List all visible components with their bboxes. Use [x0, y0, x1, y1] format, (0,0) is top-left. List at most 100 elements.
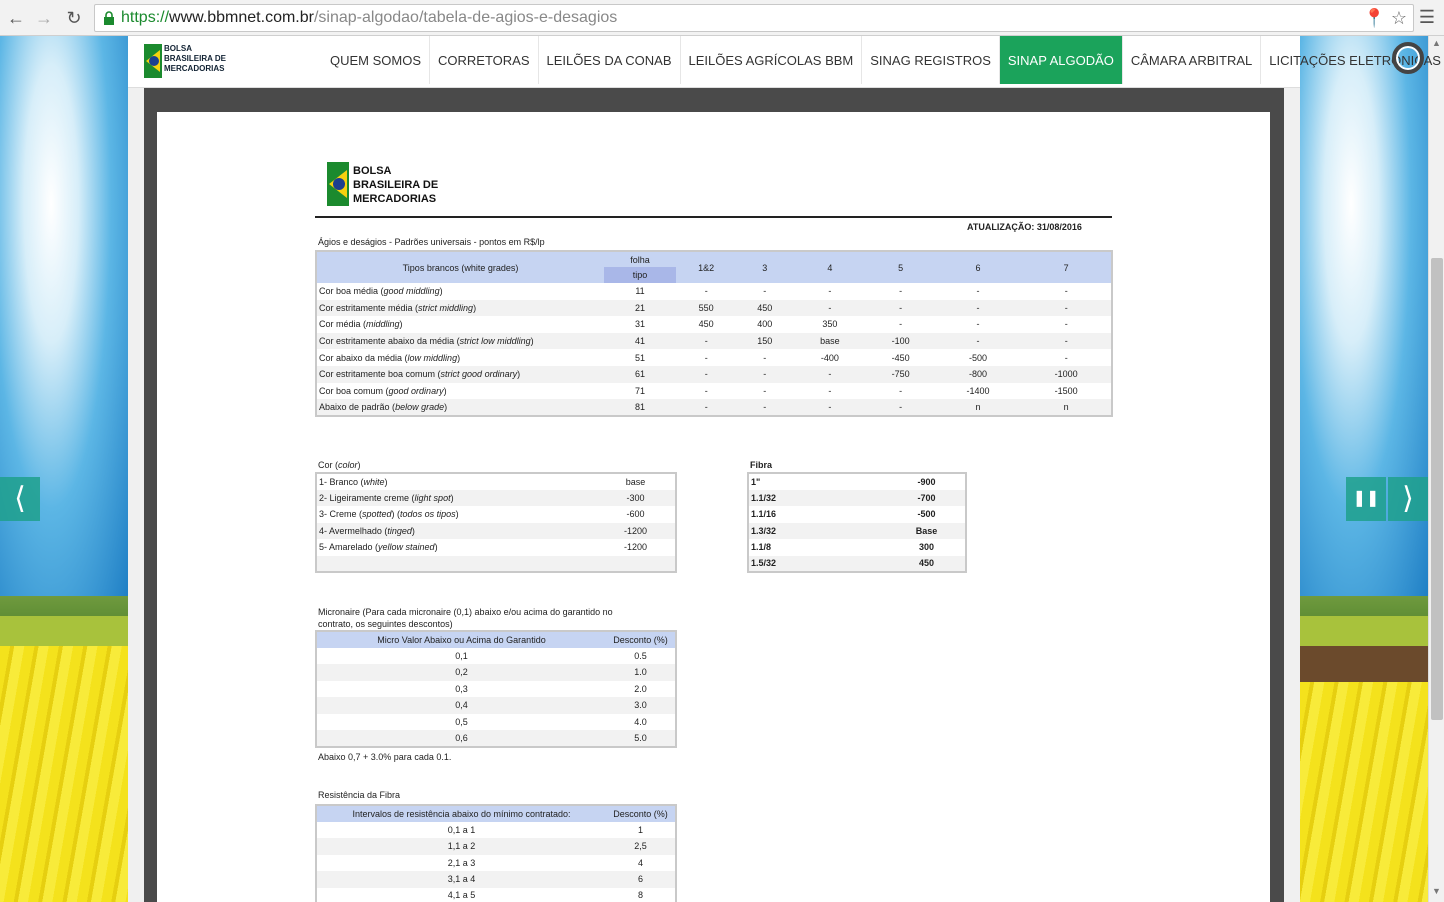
color-label: 4- Avermelhado (tinged) [316, 522, 596, 539]
table-row: 4- Avermelhado (tinged) -1200 [316, 522, 676, 539]
discount-cell: 6 [606, 871, 676, 888]
grade-value: - [736, 399, 794, 416]
table-row: Cor boa comum (good ordinary) 71 - - - - -1400… [316, 383, 1112, 400]
grade-value: - [793, 365, 867, 383]
grade-value: - [976, 319, 980, 330]
grade-value: -800 [934, 365, 1022, 383]
table-row: Cor estritamente média (strict middling)… [316, 299, 1112, 317]
grades-header-tipo: tipo [604, 267, 676, 283]
color-value: -600 [626, 509, 645, 520]
color-table: 1- Branco (white) base 2- Ligeiramente cre… [315, 472, 677, 573]
grade-tipo: 81 [604, 399, 676, 416]
main-navigation: QUEM SOMOS CORRETORAS LEILÕES DA CONAB LEIL… [322, 36, 1444, 88]
fibra-value: 450 [888, 555, 966, 572]
slider-pause-icon[interactable]: ❚❚ [1346, 477, 1386, 521]
grade-value: - [1064, 352, 1068, 363]
grade-value: -1500 [1054, 385, 1078, 396]
empty-cell [596, 555, 676, 572]
fibra-value: -700 [888, 489, 966, 506]
grade-value: - [828, 385, 832, 396]
grades-col-header: 5 [866, 251, 935, 283]
micronaire-col2-header: Desconto (%) [606, 631, 676, 648]
table-row: 2,1 a 3 4 [316, 855, 676, 872]
interval-cell: 0,4 [316, 697, 606, 714]
table-row: 1- Branco (white) base [316, 473, 676, 490]
loading-ring-icon[interactable] [1392, 42, 1424, 74]
page-scrollbar[interactable]: ▲ ▼ [1428, 36, 1444, 902]
grade-label: Cor estritamente boa comum (strict good … [316, 365, 604, 383]
nav-item[interactable]: LEILÕES DA CONAB [539, 36, 681, 84]
pin-icon[interactable]: 📍 [1363, 8, 1385, 28]
url-scheme: https:// [121, 9, 170, 26]
grade-label: Cor média (middling) [319, 319, 403, 330]
discount-cell: 1.0 [606, 664, 676, 681]
nav-item-label: LEILÕES AGRÍCOLAS BBM [688, 52, 854, 68]
nav-item[interactable]: CORRETORAS [430, 36, 539, 84]
menu-icon[interactable]: ☰ [1416, 6, 1438, 28]
color-title: Cor (color) [318, 460, 361, 470]
color-label: 3- Creme (spotted) (todos os tipos) [319, 509, 459, 520]
scroll-down-icon[interactable]: ▼ [1432, 886, 1441, 896]
table-row: 1.3/32 Base [748, 522, 966, 539]
grade-value: -1000 [1021, 365, 1112, 383]
interval-cell: 0,3 [455, 683, 468, 694]
color-label: 1- Branco (white) [319, 476, 388, 487]
site-header: BOLSA BRASILEIRA DE MERCADORIAS QUEM SOM… [128, 36, 1441, 88]
nav-item[interactable]: SINAP ALGODÃO [999, 36, 1123, 84]
grade-label: Abaixo de padrão (below grade) [316, 399, 604, 416]
grade-value: - [793, 299, 867, 317]
grade-value: - [736, 365, 794, 383]
grade-value: 400 [757, 319, 773, 330]
grade-value: -450 [891, 352, 910, 363]
grade-value: - [704, 352, 708, 363]
reload-icon[interactable]: ↻ [62, 6, 86, 30]
bbm-flag-icon [327, 162, 349, 206]
nav-item[interactable]: CÂMARA ARBITRAL [1123, 36, 1262, 84]
table-row: 1.1/16 -500 [748, 506, 966, 523]
grade-tipo: 51 [634, 352, 645, 363]
grade-value: - [763, 352, 767, 363]
table-row: Abaixo de padrão (below grade) 81- - - - n n [316, 399, 1112, 416]
table-row: Cor abaixo da média (low middling) 51 - - -4… [316, 349, 1112, 366]
nav-item[interactable]: QUEM SOMOS [322, 36, 431, 84]
site-logo[interactable]: BOLSA BRASILEIRA DE MERCADORIAS [144, 44, 244, 78]
back-arrow-icon[interactable]: ← [4, 6, 28, 30]
grades-col-header: 3 [736, 251, 794, 283]
interval-cell: 0,1 a 1 [447, 824, 476, 835]
fibra-label: 1.1/8 [751, 542, 772, 553]
url-path: /sinap-algodao/tabela-de-agios-e-desagio… [313, 9, 618, 26]
fibra-value: -500 [917, 509, 936, 520]
table-row: 3,1 a 46 [316, 871, 676, 888]
grade-value: - [676, 365, 737, 383]
forward-arrow-icon[interactable]: → [32, 6, 56, 30]
table-row: 1.5/32 450 [748, 555, 966, 572]
table-row: 0,5 4.0 [316, 714, 676, 731]
grade-value: n [934, 399, 1022, 416]
table-row: 1.1/8 300 [748, 539, 966, 556]
interval-cell: 0,1 [455, 650, 468, 661]
micronaire-table: Micro Valor Abaixo ou Acima do Garantido… [315, 630, 677, 748]
slider-next-icon[interactable]: ⟩ [1388, 477, 1428, 521]
discount-cell: 2,5 [606, 838, 676, 855]
grade-value: - [704, 286, 708, 297]
interval-cell: 0,2 [316, 664, 606, 681]
grade-label: Cor estritamente abaixo da média (strict… [316, 332, 604, 350]
star-icon[interactable]: ☆ [1391, 8, 1407, 28]
address-bar[interactable]: https://www.bbmnet.com.br/sinap-algodao/… [94, 4, 1414, 32]
grade-tipo: 11 [635, 286, 645, 297]
resistencia-table: Intervalos de resistência abaixo do míni… [315, 804, 677, 902]
table-row: 1" -900 [748, 473, 966, 490]
grade-value: -100 [866, 332, 935, 350]
empty-cell [316, 555, 596, 572]
table-row: 4,1 a 5 8 [316, 888, 676, 902]
table-row: Cor estritamente boa comum (strict good … [316, 365, 1112, 383]
nav-item[interactable]: LEILÕES AGRÍCOLAS BBM [681, 36, 863, 84]
grade-label: Cor boa comum (good ordinary) [319, 385, 447, 396]
nav-item[interactable]: SINAG REGISTROS [862, 36, 1000, 84]
scroll-thumb[interactable] [1431, 258, 1443, 720]
grade-value: 450 [698, 319, 714, 330]
table-subtitle: Ágios e deságios - Padrões universais - … [318, 237, 545, 247]
grade-value: - [934, 299, 1022, 317]
slider-prev-icon[interactable]: ⟨ [0, 477, 40, 521]
grade-tipo: 31 [634, 319, 645, 330]
